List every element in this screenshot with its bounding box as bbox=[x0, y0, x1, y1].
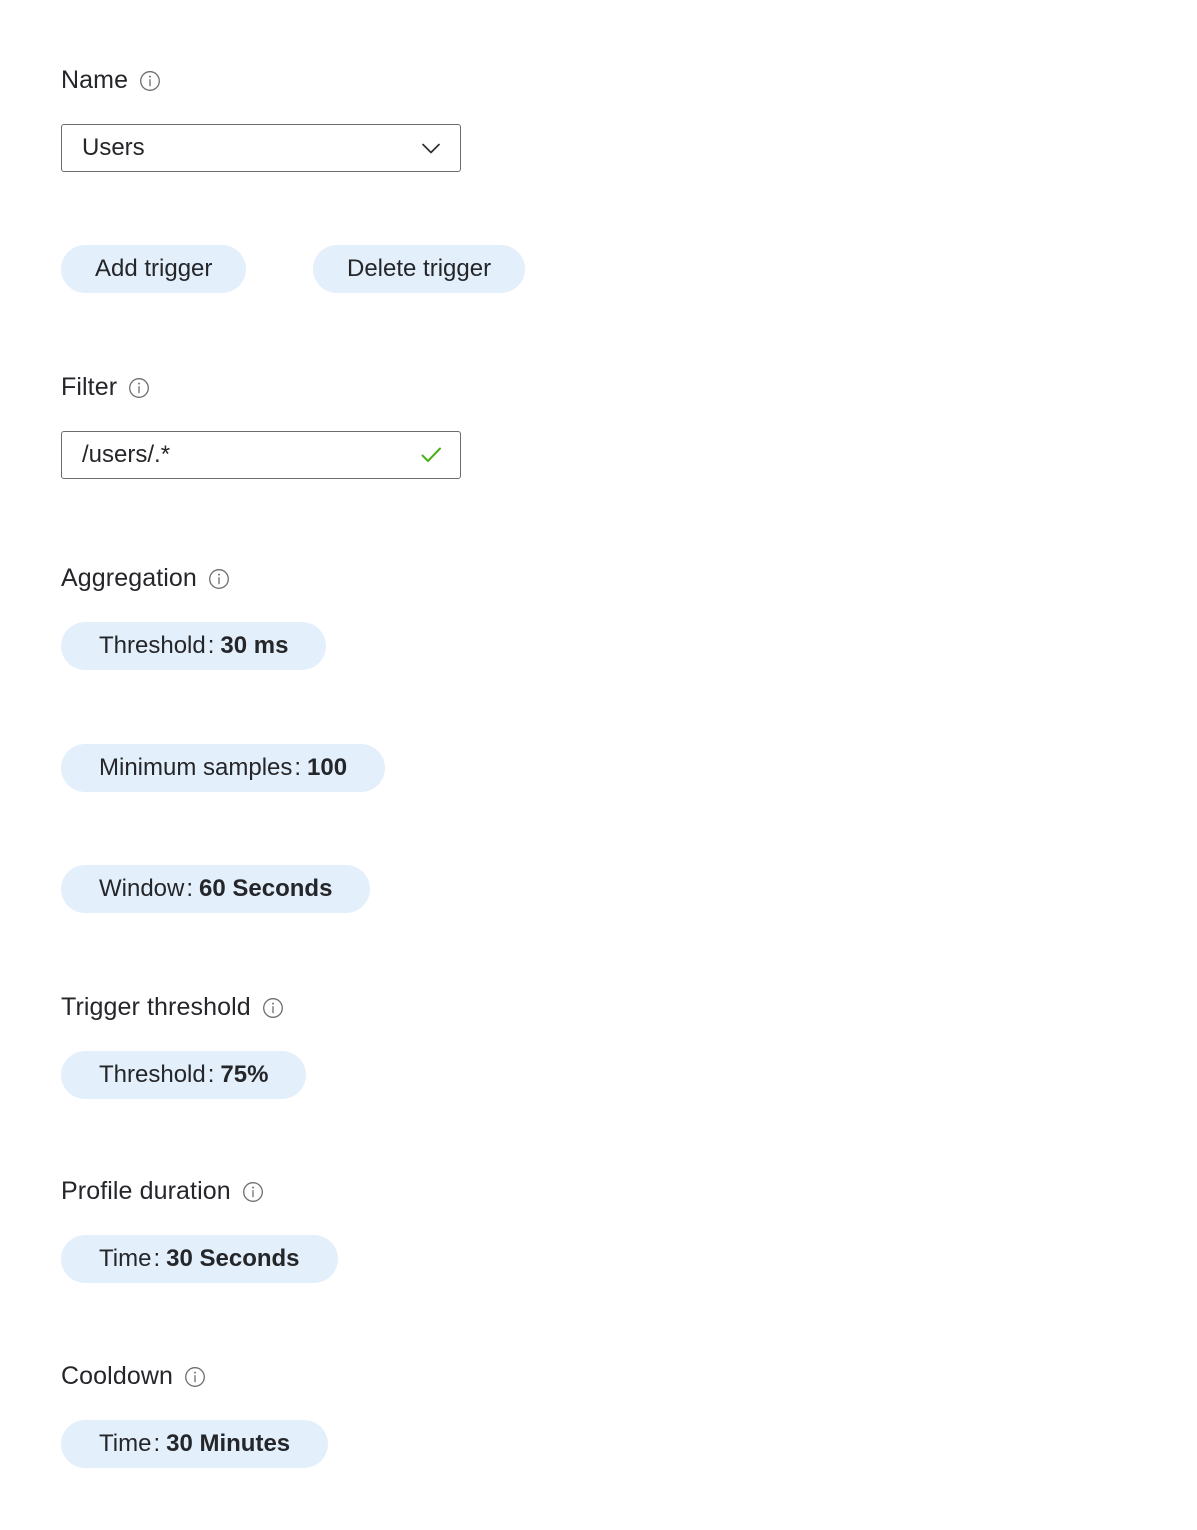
add-trigger-button[interactable]: Add trigger bbox=[61, 245, 247, 293]
filter-input-value: /users/.* bbox=[82, 443, 171, 467]
profile-duration-label-text: Profile duration bbox=[61, 1177, 231, 1205]
pill-key: Time bbox=[99, 1245, 152, 1272]
cooldown-time-pill[interactable]: Time : 30 Minutes bbox=[61, 1420, 329, 1468]
name-label-text: Name bbox=[61, 66, 129, 94]
pill-key: Window bbox=[99, 875, 185, 902]
aggregation-window-pill[interactable]: Window : 60 Seconds bbox=[61, 865, 371, 913]
delete-trigger-label: Delete trigger bbox=[347, 255, 492, 282]
filter-input[interactable]: /users/.* bbox=[61, 431, 461, 479]
cooldown-field-label: Cooldown bbox=[61, 1362, 206, 1391]
pill-value: 30 Seconds bbox=[166, 1245, 300, 1272]
chevron-down-icon[interactable] bbox=[414, 131, 448, 165]
pill-key: Minimum samples bbox=[99, 754, 293, 781]
pill-separator: : bbox=[186, 875, 194, 902]
profile-duration-field-label: Profile duration bbox=[61, 1177, 264, 1206]
checkmark-icon bbox=[414, 438, 448, 472]
filter-field-label: Filter bbox=[61, 373, 150, 402]
trigger-settings-panel: Name Users Add trigger Delete trigger Fi… bbox=[0, 0, 1197, 1530]
pill-separator: : bbox=[207, 1061, 215, 1088]
cooldown-label-text: Cooldown bbox=[61, 1362, 173, 1390]
trigger-threshold-pill[interactable]: Threshold : 75% bbox=[61, 1051, 307, 1099]
trigger-threshold-label-text: Trigger threshold bbox=[61, 993, 251, 1021]
add-trigger-label: Add trigger bbox=[95, 255, 213, 282]
pill-key: Threshold bbox=[99, 1061, 206, 1088]
filter-label-text: Filter bbox=[61, 373, 118, 401]
pill-value: 60 Seconds bbox=[199, 875, 333, 902]
pill-value: 100 bbox=[307, 754, 348, 781]
pill-key: Threshold bbox=[99, 632, 206, 659]
info-circle-icon[interactable] bbox=[139, 70, 161, 92]
pill-value: 75% bbox=[220, 1061, 269, 1088]
pill-value: 30 Minutes bbox=[166, 1430, 291, 1457]
info-circle-icon[interactable] bbox=[262, 997, 284, 1019]
pill-separator: : bbox=[294, 754, 302, 781]
pill-separator: : bbox=[153, 1430, 161, 1457]
pill-separator: : bbox=[153, 1245, 161, 1272]
info-circle-icon[interactable] bbox=[242, 1181, 264, 1203]
pill-value: 30 ms bbox=[220, 632, 289, 659]
name-field-label: Name bbox=[61, 66, 161, 95]
info-circle-icon[interactable] bbox=[208, 568, 230, 590]
name-dropdown-value: Users bbox=[82, 136, 145, 160]
name-dropdown[interactable]: Users bbox=[61, 124, 461, 172]
info-circle-icon[interactable] bbox=[184, 1366, 206, 1388]
profile-duration-time-pill[interactable]: Time : 30 Seconds bbox=[61, 1235, 338, 1283]
aggregation-label-text: Aggregation bbox=[61, 564, 197, 592]
aggregation-minimum-samples-pill[interactable]: Minimum samples : 100 bbox=[61, 744, 386, 792]
aggregation-field-label: Aggregation bbox=[61, 564, 230, 593]
pill-key: Time bbox=[99, 1430, 152, 1457]
aggregation-threshold-pill[interactable]: Threshold : 30 ms bbox=[61, 622, 327, 670]
pill-separator: : bbox=[207, 632, 215, 659]
trigger-threshold-field-label: Trigger threshold bbox=[61, 993, 284, 1022]
info-circle-icon[interactable] bbox=[128, 377, 150, 399]
delete-trigger-button[interactable]: Delete trigger bbox=[313, 245, 526, 293]
